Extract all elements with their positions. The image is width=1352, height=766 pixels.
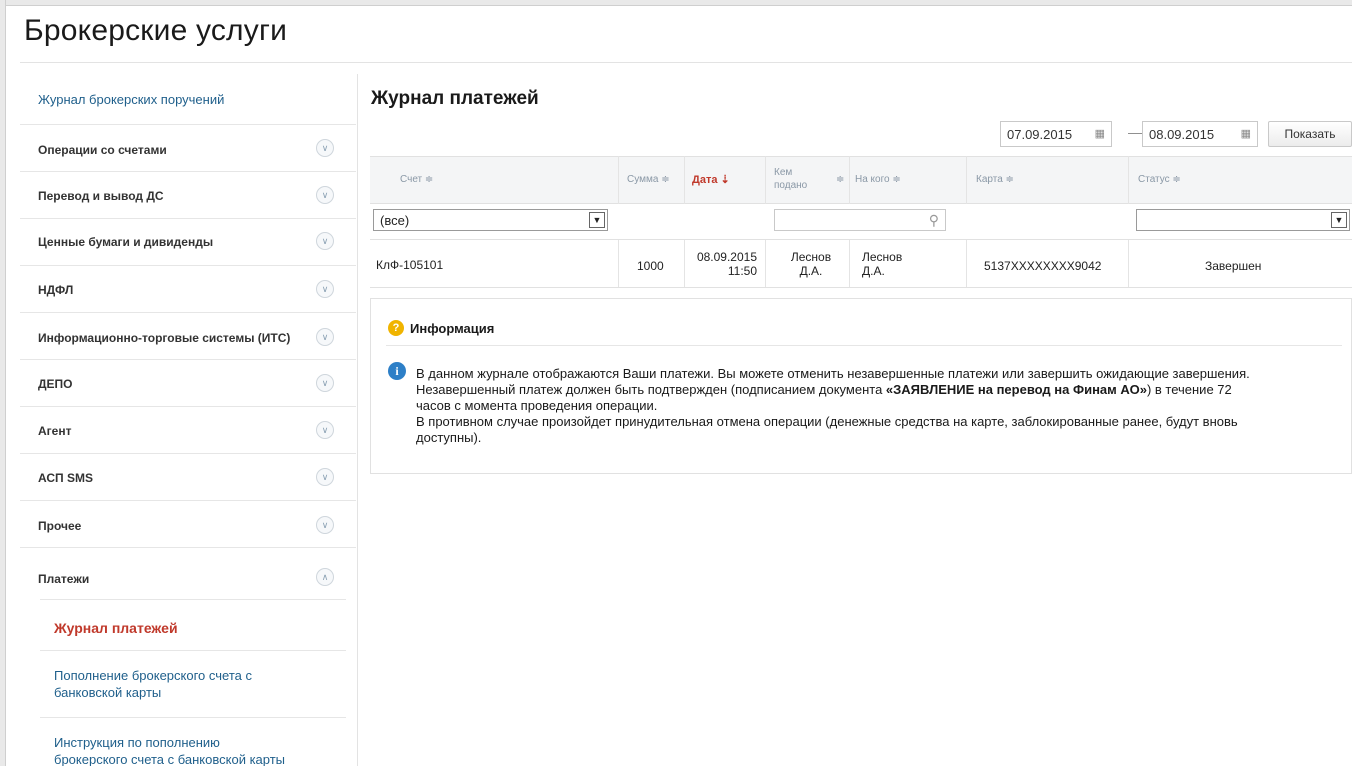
chevron-down-icon[interactable]: ∨ bbox=[316, 516, 334, 534]
divider bbox=[40, 650, 346, 651]
chevron-down-icon[interactable]: ▼ bbox=[589, 212, 605, 228]
info-text: В данном журнале отображаются Ваши плате… bbox=[416, 366, 1346, 446]
sidebar-section-label: Прочее bbox=[38, 519, 82, 533]
calendar-icon[interactable]: ▦ bbox=[1095, 127, 1105, 140]
calendar-icon[interactable]: ▦ bbox=[1241, 127, 1251, 140]
chevron-down-icon[interactable]: ∨ bbox=[316, 232, 334, 250]
info-text-part: Незавершенный платеж должен быть подтвер… bbox=[416, 382, 886, 397]
cell-text: Леснов bbox=[862, 250, 903, 264]
account-filter-select[interactable]: (все) ▼ bbox=[373, 209, 608, 231]
column-header-for-whom[interactable]: На кого ≑ bbox=[855, 174, 901, 185]
chevron-up-icon[interactable]: ∧ bbox=[316, 568, 334, 586]
info-line: В данном журнале отображаются Ваши плате… bbox=[416, 366, 1250, 381]
divider bbox=[40, 717, 346, 718]
question-icon: ? bbox=[388, 320, 404, 336]
sidebar-section-agent[interactable]: Агент ∨ bbox=[20, 406, 356, 453]
chevron-down-icon[interactable]: ∨ bbox=[316, 421, 334, 439]
cell-text: Леснов bbox=[790, 250, 832, 264]
column-header-submitted-by[interactable]: Кем подано bbox=[774, 166, 807, 192]
sidebar-section-account-operations[interactable]: Операции со счетами ∨ bbox=[20, 124, 356, 171]
sidebar-section-label: Операции со счетами bbox=[38, 143, 167, 157]
date-from-field[interactable]: 07.09.2015 ▦ bbox=[1000, 121, 1112, 147]
submitted-by-filter-input[interactable]: ⚲ bbox=[774, 209, 946, 231]
sidebar-item-label: Пополнение брокерского счета с bbox=[54, 668, 252, 683]
divider bbox=[386, 345, 1342, 346]
section-title: Журнал платежей bbox=[371, 88, 539, 109]
chevron-down-icon[interactable]: ∨ bbox=[316, 186, 334, 204]
column-header-status[interactable]: Статус ≑ bbox=[1138, 174, 1181, 185]
cell-status: Завершен bbox=[1205, 259, 1262, 273]
sidebar-section-label: Платежи bbox=[38, 572, 90, 586]
date-range-separator: — bbox=[1128, 124, 1142, 140]
chevron-down-icon[interactable]: ∨ bbox=[316, 328, 334, 346]
cell-submitted-by: Леснов Д.А. bbox=[786, 250, 836, 278]
sidebar-link-brokerage-orders-journal[interactable]: Журнал брокерских поручений bbox=[38, 92, 224, 107]
cell-account: КлФ-105101 bbox=[376, 258, 444, 272]
sidebar: Журнал брокерских поручений Операции со … bbox=[20, 74, 358, 766]
window-top-edge bbox=[0, 0, 1352, 6]
sidebar-section-transfer-withdrawal[interactable]: Перевод и вывод ДС ∨ bbox=[20, 171, 356, 218]
column-header-amount[interactable]: Сумма ≑ bbox=[627, 174, 670, 185]
sidebar-section-other[interactable]: Прочее ∨ bbox=[20, 500, 356, 547]
account-filter-value: (все) bbox=[380, 213, 410, 228]
sidebar-section-ndfl[interactable]: НДФЛ ∨ bbox=[20, 265, 356, 312]
sidebar-section-its[interactable]: Информационно-торговые системы (ИТС) ∨ bbox=[20, 312, 356, 359]
sidebar-section-securities-dividends[interactable]: Ценные бумаги и дивиденды ∨ bbox=[20, 218, 356, 265]
sidebar-item-topup-instructions[interactable]: Инструкция по пополнению брокерского сче… bbox=[54, 734, 285, 766]
column-header-date[interactable]: Дата ⇣ bbox=[692, 173, 730, 186]
chevron-down-icon[interactable]: ▼ bbox=[1331, 212, 1347, 228]
sidebar-section-label: Ценные бумаги и дивиденды bbox=[38, 235, 214, 249]
chevron-down-icon[interactable]: ∨ bbox=[316, 468, 334, 486]
date-to-field[interactable]: 08.09.2015 ▦ bbox=[1142, 121, 1258, 147]
sidebar-item-payments-journal[interactable]: Журнал платежей bbox=[54, 620, 178, 637]
document-name: «ЗАЯВЛЕНИЕ на перевод на Финам АО» bbox=[885, 382, 1147, 397]
search-icon[interactable]: ⚲ bbox=[929, 212, 939, 229]
sidebar-section-label: ДЕПО bbox=[38, 377, 73, 391]
info-line: доступны). bbox=[416, 430, 482, 445]
cell-for-whom: Леснов Д.А. bbox=[862, 250, 902, 278]
sidebar-item-topup-from-card[interactable]: Пополнение брокерского счета с банковско… bbox=[54, 667, 252, 701]
cell-text: Д.А. bbox=[862, 264, 885, 278]
sidebar-section-label: АСП SMS bbox=[38, 471, 93, 485]
sidebar-item-label: брокерского счета с банковской карты bbox=[54, 752, 286, 766]
date-to-value: 08.09.2015 bbox=[1149, 127, 1215, 142]
sidebar-section-depo[interactable]: ДЕПО ∨ bbox=[20, 359, 356, 406]
info-text-part: ) в течение 72 bbox=[1146, 382, 1232, 397]
info-line: Незавершенный платеж должен быть подтвер… bbox=[416, 382, 1346, 398]
sidebar-item-label: Инструкция по пополнению bbox=[54, 735, 220, 750]
info-icon: i bbox=[388, 362, 406, 380]
sidebar-section-label: Агент bbox=[38, 424, 72, 438]
info-line: часов с момента проведения операции. bbox=[416, 398, 658, 413]
divider bbox=[40, 599, 346, 600]
chevron-down-icon[interactable]: ∨ bbox=[316, 374, 334, 392]
status-filter-select[interactable]: ▼ bbox=[1136, 209, 1350, 231]
column-header-card[interactable]: Карта ≑ bbox=[976, 174, 1014, 185]
page-title: Брокерские услуги bbox=[24, 14, 288, 47]
column-header-label: Кем bbox=[774, 167, 793, 178]
info-title: Информация bbox=[410, 321, 495, 336]
cell-text: Д.А. bbox=[799, 264, 823, 278]
sidebar-section-label: НДФЛ bbox=[38, 283, 74, 297]
cell-date-date: 08.09.2015 bbox=[696, 250, 757, 264]
info-line: В противном случае произойдет принудител… bbox=[416, 414, 1238, 429]
sidebar-item-label: банковской карты bbox=[54, 685, 162, 700]
chevron-down-icon[interactable]: ∨ bbox=[316, 139, 334, 157]
window-left-edge bbox=[0, 0, 6, 766]
sidebar-section-payments[interactable]: Платежи ∧ bbox=[20, 547, 356, 765]
show-button[interactable]: Показать bbox=[1268, 121, 1352, 147]
title-divider bbox=[20, 62, 1352, 63]
sidebar-section-asp-sms[interactable]: АСП SMS ∨ bbox=[20, 453, 356, 500]
cell-card: 5137XXXXXXXX9042 bbox=[984, 259, 1102, 273]
sort-icon[interactable]: ≑ bbox=[836, 174, 844, 185]
cell-amount: 1000 bbox=[637, 259, 664, 273]
sidebar-section-label: Перевод и вывод ДС bbox=[38, 189, 164, 203]
column-header-label: подано bbox=[774, 180, 808, 191]
cell-date-time: 11:50 bbox=[727, 264, 757, 278]
column-header-account[interactable]: Счет ≑ bbox=[400, 174, 433, 185]
chevron-down-icon[interactable]: ∨ bbox=[316, 280, 334, 298]
sidebar-section-label: Информационно-торговые системы (ИТС) bbox=[38, 331, 291, 345]
date-from-value: 07.09.2015 bbox=[1007, 127, 1073, 142]
cell-date: 08.09.2015 11:50 bbox=[691, 250, 757, 278]
